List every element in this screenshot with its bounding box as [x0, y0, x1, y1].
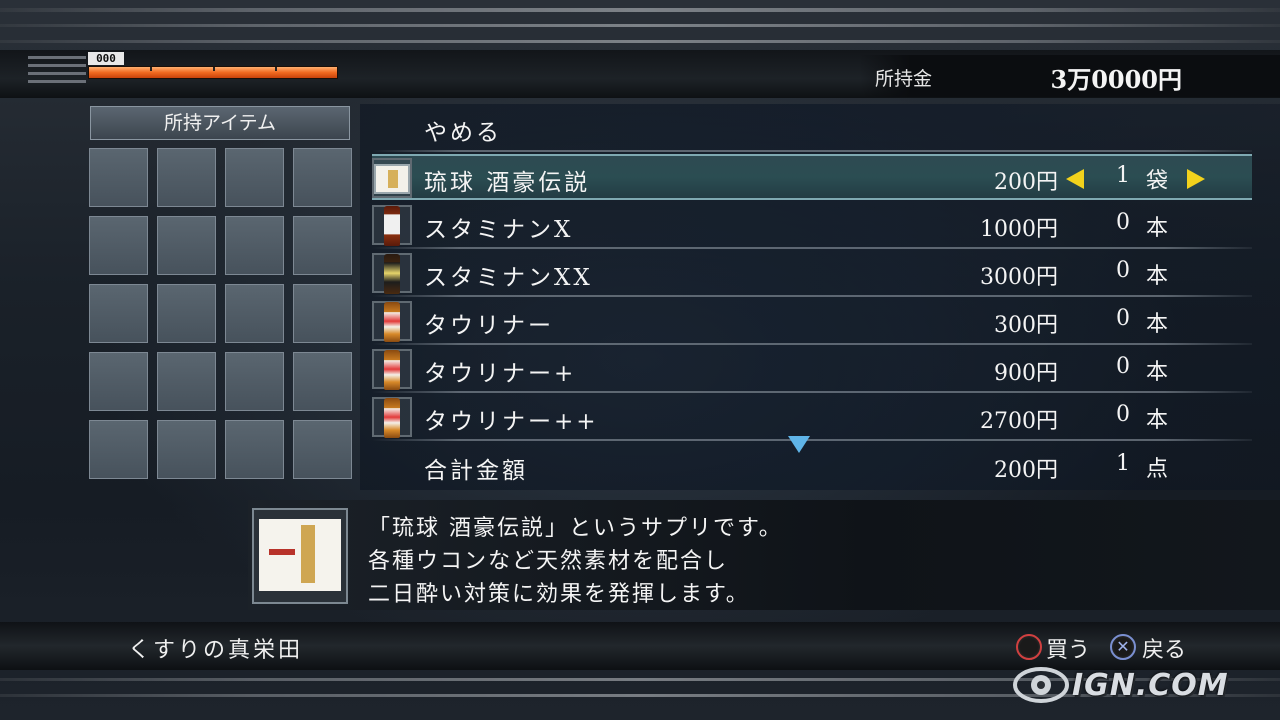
row-divider: [372, 391, 1252, 393]
item-name: 琉球 酒豪伝説: [424, 170, 591, 196]
health-tick: [213, 67, 215, 71]
item-price: 1000円: [980, 217, 1058, 242]
total-row: 合計金額 200円 1 点: [372, 444, 1252, 490]
money-value: 3万0000円: [1050, 65, 1183, 94]
item-quantity: 0: [1116, 354, 1130, 379]
watermark: IGN.COM: [1012, 660, 1272, 716]
health-tick: [150, 67, 152, 71]
increase-arrow-icon[interactable]: [1187, 169, 1205, 189]
cancel-option[interactable]: やめる: [372, 106, 1252, 152]
row-divider: [372, 439, 1252, 441]
total-unit: 点: [1146, 457, 1169, 482]
item-name: タウリナー: [424, 313, 554, 339]
inventory-slot[interactable]: [293, 420, 352, 479]
total-price: 200円: [994, 458, 1058, 483]
inventory-slot[interactable]: [89, 352, 148, 411]
item-name: スタミナンXX: [424, 265, 593, 291]
taurina-bottle-icon: [372, 301, 412, 342]
description-line: 「琉球 酒豪伝説」というサプリです。: [368, 516, 783, 541]
item-price: 3000円: [980, 265, 1058, 290]
inventory-slot[interactable]: [157, 216, 216, 275]
hp-counter: 000: [88, 52, 124, 65]
inventory-slot[interactable]: [293, 284, 352, 343]
row-divider: [372, 295, 1252, 297]
inventory-slot[interactable]: [293, 148, 352, 207]
inventory-slot[interactable]: [89, 420, 148, 479]
item-quantity: 0: [1116, 306, 1130, 331]
health-bar: [88, 66, 338, 79]
total-quantity: 1: [1116, 451, 1130, 476]
inventory-slot[interactable]: [157, 284, 216, 343]
cancel-label: やめる: [424, 120, 502, 146]
item-quantity: 0: [1116, 210, 1130, 235]
shop-item-row[interactable]: 琉球 酒豪伝説 200円 1 袋: [372, 154, 1252, 200]
inventory-title: 所持アイテム: [90, 106, 350, 140]
inventory-slot[interactable]: [157, 352, 216, 411]
item-unit: 本: [1146, 264, 1169, 289]
decrease-arrow-icon[interactable]: [1066, 169, 1084, 189]
ign-logo-icon: [1013, 667, 1069, 703]
item-name: タウリナー++: [424, 409, 599, 435]
inventory-slot[interactable]: [225, 420, 284, 479]
row-divider: [372, 150, 1252, 152]
row-divider: [372, 343, 1252, 345]
inventory-slot[interactable]: [225, 284, 284, 343]
health-tick: [275, 67, 277, 71]
taurina-plus-plus-bottle-icon: [372, 397, 412, 438]
circle-button-icon[interactable]: [1016, 634, 1042, 660]
inventory-slot[interactable]: [293, 216, 352, 275]
item-price: 2700円: [980, 409, 1058, 434]
stamina-x-bottle-icon: [372, 205, 412, 246]
inventory-slot[interactable]: [225, 352, 284, 411]
row-divider: [372, 247, 1252, 249]
inventory-slot[interactable]: [293, 352, 352, 411]
decor-stripe: [0, 24, 1280, 27]
hp-decor: [28, 56, 86, 88]
inventory-slot[interactable]: [89, 148, 148, 207]
supplement-package-icon: [259, 519, 341, 591]
watermark-text: IGN.COM: [1072, 668, 1229, 703]
shop-item-row[interactable]: タウリナー 300円 0 本: [372, 299, 1252, 345]
item-unit: 本: [1146, 408, 1169, 433]
inventory-grid: [89, 148, 353, 479]
item-unit: 袋: [1146, 169, 1169, 194]
item-quantity: 0: [1116, 258, 1130, 283]
item-price: 200円: [994, 170, 1058, 195]
item-unit: 本: [1146, 312, 1169, 337]
item-name: タウリナー+: [424, 361, 577, 387]
shop-item-row[interactable]: タウリナー+ 900円 0 本: [372, 347, 1252, 393]
item-quantity: 1: [1116, 163, 1130, 188]
item-name: スタミナンX: [424, 217, 574, 243]
description-line: 各種ウコンなど天然素材を配合し: [368, 549, 729, 574]
inventory-slot[interactable]: [157, 148, 216, 207]
stamina-xx-bottle-icon: [372, 253, 412, 294]
description-line: 二日酔い対策に効果を発揮します。: [368, 582, 750, 607]
item-unit: 本: [1146, 360, 1169, 385]
inventory-slot[interactable]: [157, 420, 216, 479]
cross-button-icon[interactable]: ✕: [1110, 634, 1136, 660]
item-quantity: 0: [1116, 402, 1130, 427]
item-unit: 本: [1146, 216, 1169, 241]
item-price: 900円: [994, 361, 1058, 386]
supplement-box-icon: [372, 158, 412, 198]
item-preview-image: [252, 508, 348, 604]
taurina-plus-bottle-icon: [372, 349, 412, 390]
inventory-slot[interactable]: [225, 148, 284, 207]
inventory-slot[interactable]: [89, 216, 148, 275]
total-label: 合計金額: [424, 458, 528, 484]
shop-item-row[interactable]: スタミナンXX 3000円 0 本: [372, 251, 1252, 297]
decor-stripe: [0, 8, 1280, 12]
inventory-slot[interactable]: [89, 284, 148, 343]
shop-name: くすりの真栄田: [128, 638, 304, 663]
decor-stripe: [0, 40, 1280, 43]
shop-item-row[interactable]: タウリナー++ 2700円 0 本: [372, 395, 1252, 441]
inventory-slot[interactable]: [225, 216, 284, 275]
item-price: 300円: [994, 313, 1058, 338]
shop-item-row[interactable]: スタミナンX 1000円 0 本: [372, 203, 1252, 249]
money-label: 所持金: [875, 68, 933, 90]
